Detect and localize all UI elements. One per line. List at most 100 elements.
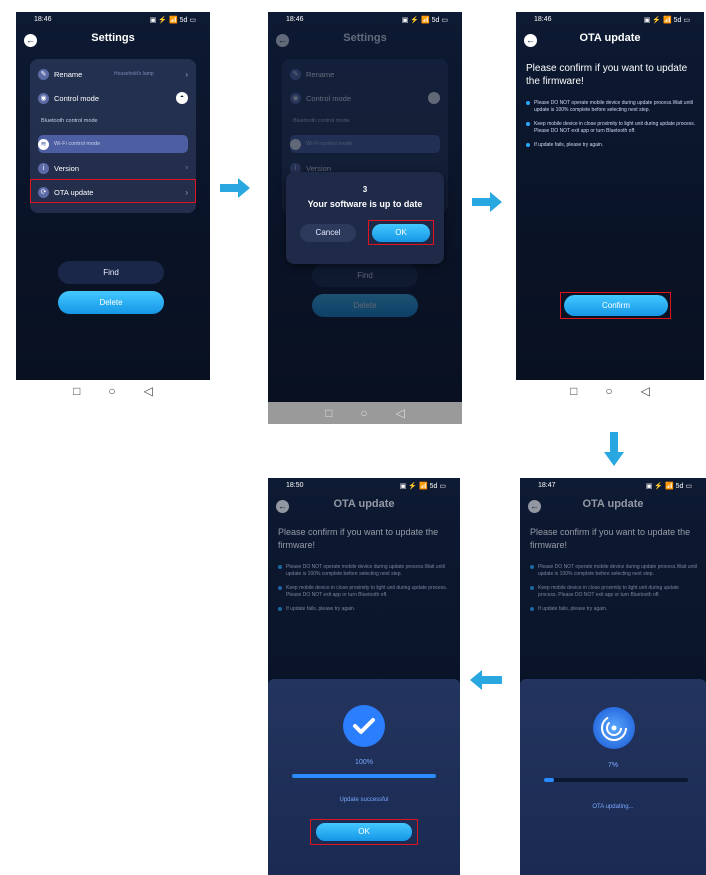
list-item-text: If update fails, please try again. (534, 142, 604, 148)
bullet-dot-icon (526, 101, 530, 105)
settings-item-label: Rename (306, 69, 335, 79)
list-item: Keep mobile device in close proximity to… (526, 121, 696, 134)
update-result-sheet: 100% Update successful OK (268, 679, 460, 875)
back-icon[interactable]: ◁ (396, 406, 405, 420)
status-bar: 18:47 ▣ ⚡ 📶 5d ▭ (538, 482, 692, 496)
dialog-message: Your software is up to date (307, 199, 423, 209)
home-icon[interactable]: ○ (605, 384, 612, 398)
settings-item-label: Wi-Fi control mode (306, 141, 353, 147)
status-bar: 18:46 ▣ ⚡ 📶 5d ▭ (34, 16, 196, 30)
android-nav-bar: □ ○ ◁ (16, 380, 210, 402)
recent-apps-icon[interactable]: □ (570, 384, 577, 398)
find-button: Find (312, 264, 418, 287)
status-time: 18:50 (286, 482, 304, 489)
page-title: OTA update (579, 32, 641, 44)
list-item-text: Please DO NOT operate mobile device duri… (286, 564, 445, 577)
settings-item-version[interactable]: i Version v (38, 159, 188, 177)
delete-button[interactable]: Delete (58, 291, 164, 314)
android-nav-bar: □ ○ ◁ (516, 380, 704, 402)
arrow-left-icon (470, 670, 502, 690)
chevron-right-icon: › (185, 69, 188, 79)
rename-icon: ✎ (38, 68, 49, 80)
update-status: Update successful (339, 797, 389, 803)
arrow-right-icon (220, 178, 250, 198)
wifi-icon: ≋ (38, 138, 49, 150)
warning-list: Please DO NOT operate mobile device duri… (530, 564, 698, 621)
recent-apps-icon[interactable]: □ (325, 406, 332, 420)
settings-item-control-mode[interactable]: ◉ Control mode ◓ (38, 89, 188, 107)
list-item: Please DO NOT operate mobile device duri… (530, 564, 698, 577)
status-bar: 18:46 ▣ ⚡ 📶 5d ▭ (286, 16, 448, 30)
bullet-dot-icon (278, 607, 282, 611)
highlight-ok-button (368, 220, 434, 245)
cancel-button[interactable]: Cancel (300, 224, 356, 242)
bullet-dot-icon (526, 143, 530, 147)
bullet-dot-icon (530, 607, 534, 611)
list-item: Please DO NOT operate mobile device duri… (278, 564, 452, 577)
page-title: Settings (343, 32, 387, 44)
progress-bar (292, 774, 436, 778)
status-icons: ▣ ⚡ 📶 5d ▭ (149, 17, 196, 24)
list-item: If update fails, please try again. (530, 606, 698, 613)
back-icon[interactable]: ◁ (144, 384, 153, 398)
bullet-dot-icon (278, 586, 282, 590)
settings-item-rename: ✎ Rename (290, 65, 440, 83)
list-item-text: Please DO NOT operate mobile device duri… (538, 564, 697, 577)
settings-item-label: Bluetooth control mode (293, 118, 350, 124)
progress-percent: 7% (607, 762, 619, 769)
back-icon[interactable]: ◁ (641, 384, 650, 398)
rename-hint: Household's lamp (114, 71, 154, 77)
wifi-icon (290, 138, 301, 150)
find-button[interactable]: Find (58, 261, 164, 284)
recent-apps-icon[interactable]: □ (73, 384, 80, 398)
settings-item-rename[interactable]: ✎ Rename Household's lamp › (38, 65, 188, 83)
list-item: Keep mobile device in close proximity to… (530, 585, 698, 598)
bullet-dot-icon (526, 122, 530, 126)
phone-screen-ota-success: 18:50 ▣ ⚡ 📶 5d ▭ ← OTA update Please con… (268, 478, 460, 875)
confirm-heading: Please confirm if you want to update the… (526, 63, 688, 87)
list-item: If update fails, please try again. (526, 142, 696, 149)
status-icons: ▣ ⚡ 📶 5d ▭ (643, 17, 690, 24)
progress-bar (544, 778, 688, 782)
page-title: OTA update (582, 498, 644, 510)
bullet-dot-icon (530, 565, 534, 569)
update-status: OTA updating... (592, 804, 634, 810)
settings-item-bluetooth-mode[interactable]: Bluetooth control mode (38, 112, 188, 130)
highlight-confirm-button (560, 292, 671, 319)
list-item-text: Keep mobile device in close proximity to… (534, 121, 696, 134)
list-item-text: If update fails, please try again. (286, 606, 356, 612)
toggle-icon[interactable]: ◓ (176, 92, 188, 104)
confirm-heading: Please confirm if you want to update the… (530, 527, 691, 550)
settings-item-wifi-mode[interactable]: ≋ Wi-Fi control mode (38, 135, 188, 153)
status-time: 18:46 (34, 16, 52, 23)
highlight-ota-update (30, 179, 196, 203)
bullet-dot-icon (530, 586, 534, 590)
phone-screen-settings: 18:46 ▣ ⚡ 📶 5d ▭ ← Settings ✎ Rename Hou… (16, 12, 210, 402)
settings-item-bluetooth-mode: Bluetooth control mode (290, 112, 440, 130)
home-icon[interactable]: ○ (360, 406, 367, 420)
list-item-text: If update fails, please try again. (538, 606, 608, 612)
progress-fill (544, 778, 555, 782)
status-time: 18:47 (538, 482, 556, 489)
update-progress-sheet: 7% OTA updating... (520, 679, 706, 875)
arrow-down-icon (604, 432, 624, 466)
status-time: 18:46 (286, 16, 304, 23)
delete-button: Delete (312, 294, 418, 317)
progress-fill (292, 774, 436, 778)
home-icon[interactable]: ○ (108, 384, 115, 398)
toggle-icon (428, 92, 440, 104)
settings-item-label: Rename (54, 69, 83, 79)
settings-item-label: Bluetooth control mode (41, 118, 98, 124)
list-item: Keep mobile device in close proximity to… (278, 585, 452, 598)
list-item-text: Keep mobile device in close proximity to… (538, 585, 679, 598)
control-mode-icon: ◉ (290, 92, 301, 104)
highlight-ok-button (310, 819, 418, 845)
settings-item-label: Version (54, 163, 80, 173)
status-icons: ▣ ⚡ 📶 5d ▭ (401, 17, 448, 24)
arrow-right-icon (472, 192, 502, 212)
confirm-heading: Please confirm if you want to update the… (278, 527, 439, 550)
rename-icon: ✎ (290, 68, 301, 80)
settings-item-label: Control mode (54, 93, 100, 103)
dialog-number: 3 (362, 185, 368, 194)
bullet-dot-icon (278, 565, 282, 569)
